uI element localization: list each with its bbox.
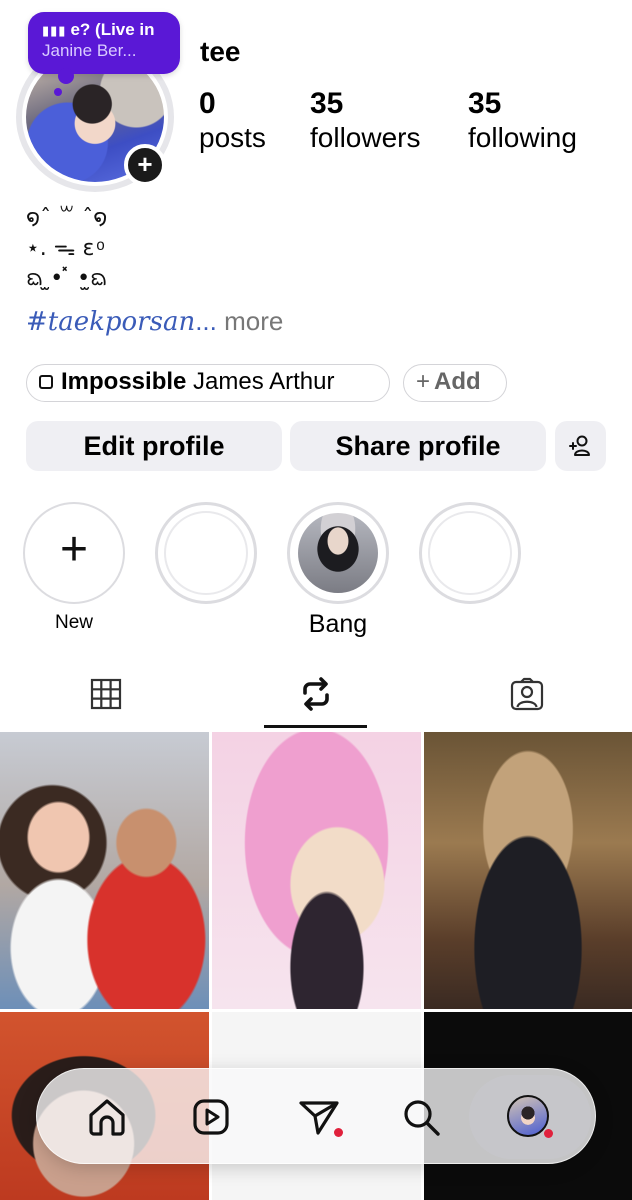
add-person-icon (568, 435, 590, 456)
audio-wave-icon: ▮▮▮ (42, 23, 67, 38)
followers-stat[interactable]: 35 followers (310, 86, 420, 154)
plus-icon: + (23, 502, 125, 604)
add-story-button[interactable]: + (124, 144, 166, 186)
posts-count: 0 (199, 87, 216, 120)
highlight-cover (419, 502, 521, 604)
highlight-item[interactable] (155, 502, 257, 604)
highlight-item[interactable] (419, 502, 521, 604)
highlight-label: Bang (308, 610, 368, 638)
note-song-title: e? (Live in (70, 20, 155, 39)
highlight-cover (155, 502, 257, 604)
search-icon[interactable] (393, 1089, 449, 1145)
followers-label: followers (310, 122, 421, 153)
share-profile-button[interactable]: Share profile (290, 421, 546, 471)
bio-ellipsis: ... (195, 306, 217, 336)
bio-more-row: #taekporsan... more (26, 306, 283, 337)
following-stat[interactable]: 35 following (468, 86, 577, 154)
following-count: 35 (468, 87, 502, 120)
home-icon[interactable] (79, 1089, 135, 1145)
posts-stat[interactable]: 0 posts (199, 86, 266, 154)
reposts-icon[interactable] (298, 676, 334, 712)
grid-post[interactable] (212, 732, 421, 1009)
bio: ໑ˆ ꒳ ˆ໑ ⋆. ᯓ ɛ ͦ ᨳ ̫• ̽ •̫ᨳ (26, 204, 107, 294)
bio-line: ໑ˆ ꒳ ˆ໑ (26, 206, 108, 231)
add-label: Add (434, 368, 481, 395)
discover-people-button[interactable] (555, 421, 606, 471)
plus-icon: + (416, 368, 431, 395)
add-link-button[interactable]: + Add (403, 364, 507, 402)
highlight-photo (298, 513, 378, 593)
grid-icon[interactable] (88, 676, 124, 712)
bio-line: ᨳ ̫• ̽ •̫ᨳ (26, 266, 108, 291)
more-link[interactable]: more (217, 306, 283, 336)
profile-music-chip[interactable]: Impossible James Arthur (26, 364, 390, 402)
highlight-label: New (54, 612, 93, 633)
active-tab-indicator (264, 725, 367, 728)
posts-label: posts (199, 122, 266, 153)
profile-badge-dot (544, 1129, 553, 1138)
profile-avatar[interactable] (507, 1095, 549, 1137)
edit-profile-button[interactable]: Edit profile (26, 421, 282, 471)
send-badge-dot (334, 1128, 343, 1137)
bio-line: ⋆. ᯓ ɛ ͦ (26, 236, 101, 261)
note-bubble[interactable]: ▮▮▮ e? (Live in Janine Ber... (28, 12, 180, 96)
reels-icon[interactable] (183, 1089, 239, 1145)
highlight-cover (287, 502, 389, 604)
highlight-item-bang[interactable]: Bang (287, 502, 389, 639)
tagged-icon[interactable] (509, 676, 545, 712)
bottom-nav (36, 1068, 596, 1164)
song-title: Impossible (61, 368, 187, 395)
music-icon (39, 375, 53, 389)
username: tee (200, 36, 241, 67)
bio-hashtag[interactable]: #taekporsan (26, 307, 195, 337)
note-artist: Janine Ber... (42, 41, 137, 60)
grid-post[interactable] (0, 732, 209, 1009)
followers-count: 35 (310, 87, 344, 120)
song-artist: James Arthur (186, 368, 335, 395)
grid-post[interactable] (424, 732, 632, 1009)
following-label: following (468, 122, 577, 153)
highlight-new[interactable]: + New (23, 502, 125, 634)
